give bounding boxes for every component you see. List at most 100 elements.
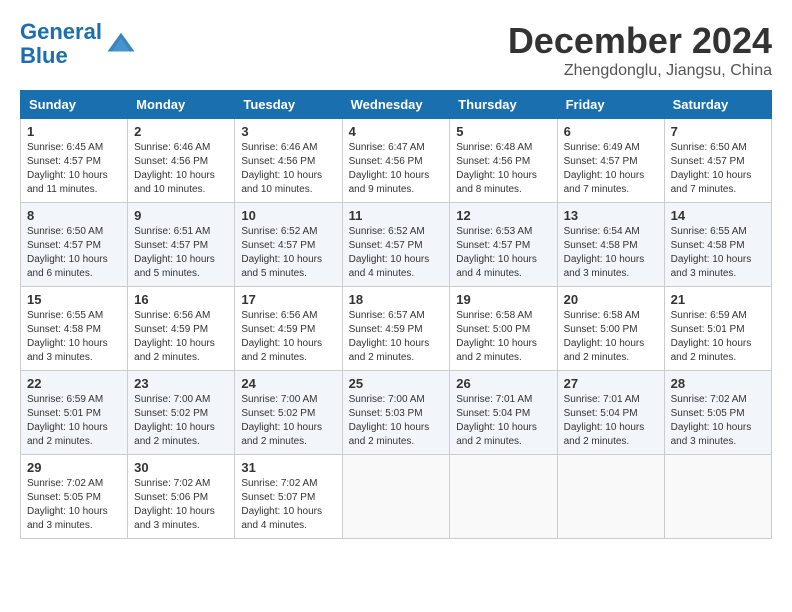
calendar-header-row: Sunday Monday Tuesday Wednesday Thursday… [21, 91, 772, 119]
cell-text: Sunrise: 6:57 AMSunset: 4:59 PMDaylight:… [349, 310, 430, 363]
table-row: 18 Sunrise: 6:57 AMSunset: 4:59 PMDaylig… [342, 287, 450, 371]
table-row: 12 Sunrise: 6:53 AMSunset: 4:57 PMDaylig… [450, 203, 557, 287]
cell-text: Sunrise: 6:58 AMSunset: 5:00 PMDaylight:… [456, 310, 537, 363]
cell-text: Sunrise: 7:02 AMSunset: 5:05 PMDaylight:… [671, 394, 752, 447]
table-row: 7 Sunrise: 6:50 AMSunset: 4:57 PMDayligh… [664, 119, 771, 203]
day-number: 2 [134, 124, 228, 139]
calendar-table: Sunday Monday Tuesday Wednesday Thursday… [20, 90, 772, 539]
cell-text: Sunrise: 7:02 AMSunset: 5:05 PMDaylight:… [27, 478, 108, 531]
cell-text: Sunrise: 6:53 AMSunset: 4:57 PMDaylight:… [456, 226, 537, 279]
table-row: 6 Sunrise: 6:49 AMSunset: 4:57 PMDayligh… [557, 119, 664, 203]
table-row: 4 Sunrise: 6:47 AMSunset: 4:56 PMDayligh… [342, 119, 450, 203]
cell-text: Sunrise: 6:46 AMSunset: 4:56 PMDaylight:… [134, 142, 215, 195]
day-number: 17 [241, 292, 335, 307]
header-saturday: Saturday [664, 91, 771, 119]
header-tuesday: Tuesday [235, 91, 342, 119]
cell-text: Sunrise: 6:55 AMSunset: 4:58 PMDaylight:… [27, 310, 108, 363]
table-row: 10 Sunrise: 6:52 AMSunset: 4:57 PMDaylig… [235, 203, 342, 287]
cell-text: Sunrise: 6:51 AMSunset: 4:57 PMDaylight:… [134, 226, 215, 279]
location-title: Zhengdonglu, Jiangsu, China [508, 62, 772, 80]
day-number: 20 [564, 292, 658, 307]
calendar-week-row: 15 Sunrise: 6:55 AMSunset: 4:58 PMDaylig… [21, 287, 772, 371]
table-row: 11 Sunrise: 6:52 AMSunset: 4:57 PMDaylig… [342, 203, 450, 287]
cell-text: Sunrise: 6:50 AMSunset: 4:57 PMDaylight:… [27, 226, 108, 279]
day-number: 3 [241, 124, 335, 139]
cell-text: Sunrise: 6:52 AMSunset: 4:57 PMDaylight:… [349, 226, 430, 279]
day-number: 26 [456, 376, 550, 391]
day-number: 6 [564, 124, 658, 139]
day-number: 25 [349, 376, 444, 391]
table-row: 25 Sunrise: 7:00 AMSunset: 5:03 PMDaylig… [342, 371, 450, 455]
table-row: 9 Sunrise: 6:51 AMSunset: 4:57 PMDayligh… [128, 203, 235, 287]
day-number: 8 [27, 208, 121, 223]
table-row [557, 455, 664, 539]
cell-text: Sunrise: 6:59 AMSunset: 5:01 PMDaylight:… [671, 310, 752, 363]
day-number: 21 [671, 292, 765, 307]
header-wednesday: Wednesday [342, 91, 450, 119]
day-number: 31 [241, 460, 335, 475]
header-thursday: Thursday [450, 91, 557, 119]
day-number: 5 [456, 124, 550, 139]
title-area: December 2024 Zhengdonglu, Jiangsu, Chin… [508, 20, 772, 80]
cell-text: Sunrise: 7:01 AMSunset: 5:04 PMDaylight:… [456, 394, 537, 447]
cell-text: Sunrise: 7:00 AMSunset: 5:03 PMDaylight:… [349, 394, 430, 447]
table-row [450, 455, 557, 539]
cell-text: Sunrise: 6:50 AMSunset: 4:57 PMDaylight:… [671, 142, 752, 195]
day-number: 24 [241, 376, 335, 391]
cell-text: Sunrise: 6:48 AMSunset: 4:56 PMDaylight:… [456, 142, 537, 195]
table-row: 29 Sunrise: 7:02 AMSunset: 5:05 PMDaylig… [21, 455, 128, 539]
cell-text: Sunrise: 7:02 AMSunset: 5:06 PMDaylight:… [134, 478, 215, 531]
logo-general: General [20, 19, 102, 44]
table-row: 26 Sunrise: 7:01 AMSunset: 5:04 PMDaylig… [450, 371, 557, 455]
day-number: 9 [134, 208, 228, 223]
cell-text: Sunrise: 6:56 AMSunset: 4:59 PMDaylight:… [241, 310, 322, 363]
day-number: 23 [134, 376, 228, 391]
day-number: 4 [349, 124, 444, 139]
table-row [342, 455, 450, 539]
day-number: 10 [241, 208, 335, 223]
table-row: 2 Sunrise: 6:46 AMSunset: 4:56 PMDayligh… [128, 119, 235, 203]
cell-text: Sunrise: 6:56 AMSunset: 4:59 PMDaylight:… [134, 310, 215, 363]
calendar-week-row: 22 Sunrise: 6:59 AMSunset: 5:01 PMDaylig… [21, 371, 772, 455]
month-title: December 2024 [508, 20, 772, 62]
table-row: 17 Sunrise: 6:56 AMSunset: 4:59 PMDaylig… [235, 287, 342, 371]
logo: General Blue [20, 20, 136, 68]
table-row: 24 Sunrise: 7:00 AMSunset: 5:02 PMDaylig… [235, 371, 342, 455]
logo-icon [106, 29, 136, 59]
table-row: 19 Sunrise: 6:58 AMSunset: 5:00 PMDaylig… [450, 287, 557, 371]
day-number: 29 [27, 460, 121, 475]
calendar-week-row: 29 Sunrise: 7:02 AMSunset: 5:05 PMDaylig… [21, 455, 772, 539]
cell-text: Sunrise: 7:02 AMSunset: 5:07 PMDaylight:… [241, 478, 322, 531]
table-row: 31 Sunrise: 7:02 AMSunset: 5:07 PMDaylig… [235, 455, 342, 539]
table-row: 15 Sunrise: 6:55 AMSunset: 4:58 PMDaylig… [21, 287, 128, 371]
header-friday: Friday [557, 91, 664, 119]
day-number: 27 [564, 376, 658, 391]
table-row: 21 Sunrise: 6:59 AMSunset: 5:01 PMDaylig… [664, 287, 771, 371]
table-row: 22 Sunrise: 6:59 AMSunset: 5:01 PMDaylig… [21, 371, 128, 455]
cell-text: Sunrise: 6:55 AMSunset: 4:58 PMDaylight:… [671, 226, 752, 279]
table-row: 14 Sunrise: 6:55 AMSunset: 4:58 PMDaylig… [664, 203, 771, 287]
day-number: 19 [456, 292, 550, 307]
day-number: 1 [27, 124, 121, 139]
cell-text: Sunrise: 6:52 AMSunset: 4:57 PMDaylight:… [241, 226, 322, 279]
table-row [664, 455, 771, 539]
day-number: 22 [27, 376, 121, 391]
header-monday: Monday [128, 91, 235, 119]
day-number: 14 [671, 208, 765, 223]
header-sunday: Sunday [21, 91, 128, 119]
day-number: 7 [671, 124, 765, 139]
table-row: 3 Sunrise: 6:46 AMSunset: 4:56 PMDayligh… [235, 119, 342, 203]
cell-text: Sunrise: 7:01 AMSunset: 5:04 PMDaylight:… [564, 394, 645, 447]
day-number: 30 [134, 460, 228, 475]
table-row: 30 Sunrise: 7:02 AMSunset: 5:06 PMDaylig… [128, 455, 235, 539]
calendar-week-row: 8 Sunrise: 6:50 AMSunset: 4:57 PMDayligh… [21, 203, 772, 287]
cell-text: Sunrise: 6:47 AMSunset: 4:56 PMDaylight:… [349, 142, 430, 195]
day-number: 16 [134, 292, 228, 307]
table-row: 13 Sunrise: 6:54 AMSunset: 4:58 PMDaylig… [557, 203, 664, 287]
day-number: 28 [671, 376, 765, 391]
table-row: 5 Sunrise: 6:48 AMSunset: 4:56 PMDayligh… [450, 119, 557, 203]
cell-text: Sunrise: 6:45 AMSunset: 4:57 PMDaylight:… [27, 142, 108, 195]
cell-text: Sunrise: 7:00 AMSunset: 5:02 PMDaylight:… [241, 394, 322, 447]
page-header: General Blue December 2024 Zhengdonglu, … [20, 20, 772, 80]
logo-blue: Blue [20, 43, 68, 68]
